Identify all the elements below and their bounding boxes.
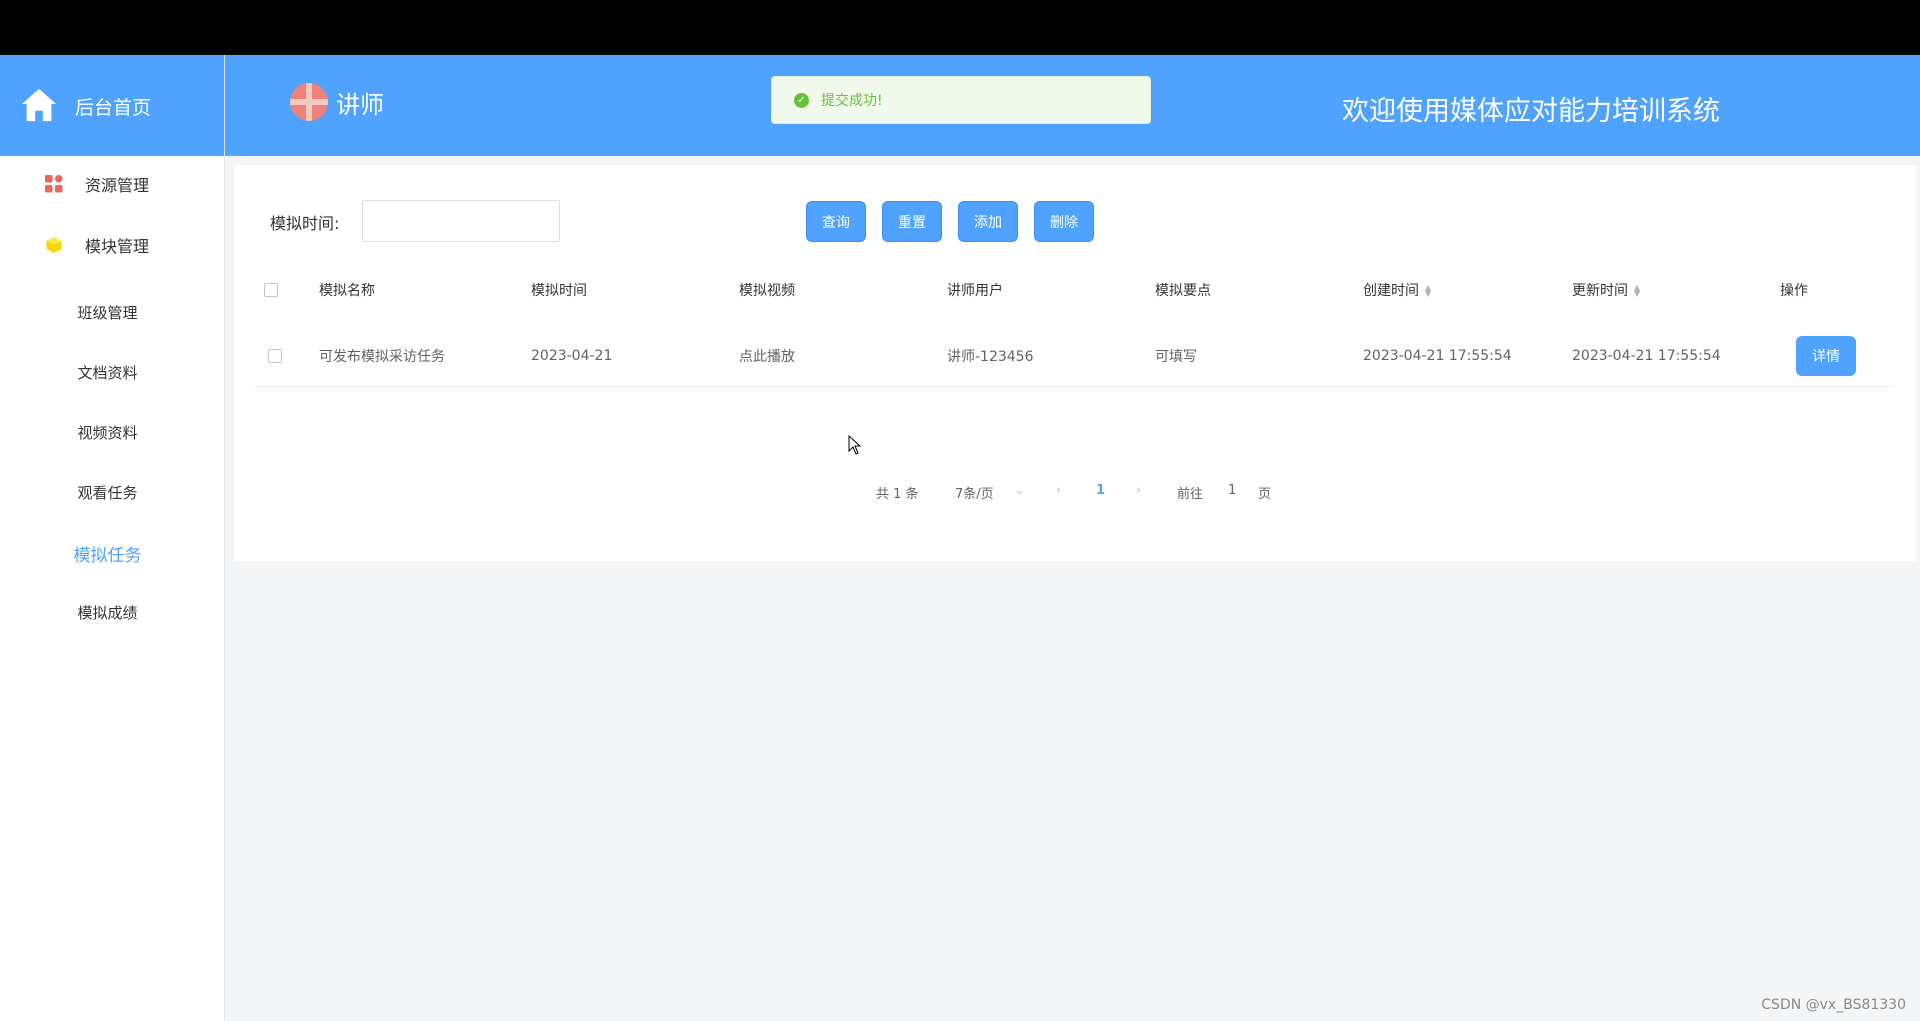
- cube-icon: [46, 237, 62, 253]
- task-table: 模拟名称 模拟时间 模拟视频 讲师用户 模拟要点 创建时间 ▲ ▼ 更新时间 ▲ ▼ 操…: [254, 255, 1894, 387]
- select-all-checkbox[interactable]: [264, 283, 278, 297]
- watermark: CSDN @vx_BS81330: [1761, 997, 1906, 1013]
- table-row: 可发布模拟采访任务 2023-04-21 点此播放 讲师-123456 可填写 …: [254, 325, 1894, 387]
- page-size-select[interactable]: 7条/页: [955, 483, 994, 502]
- check-circle-icon: ✓: [794, 92, 809, 108]
- sidebar-item-videos[interactable]: 视频资料: [0, 422, 215, 443]
- column-header: 模拟名称: [319, 283, 375, 299]
- sidebar-group-resources[interactable]: 资源管理: [0, 164, 225, 204]
- column-header: 模拟视频: [739, 283, 795, 299]
- sort-caret-icon[interactable]: ▲ ▼: [1634, 284, 1640, 298]
- query-button[interactable]: 查询: [806, 201, 866, 242]
- prev-page-icon[interactable]: ‹: [1056, 483, 1061, 498]
- goto-label: 前往: [1177, 487, 1204, 502]
- user-name: 讲师: [336, 90, 384, 119]
- column-header-label: 创建时间: [1363, 283, 1419, 299]
- cell-updated: 2023-04-21 17:55:54: [1572, 347, 1721, 364]
- home-icon: [21, 88, 57, 122]
- column-header: 模拟时间: [531, 283, 587, 299]
- sort-caret-icon[interactable]: ▲ ▼: [1425, 284, 1431, 298]
- page-number-current[interactable]: 1: [1096, 483, 1105, 498]
- mock-time-input[interactable]: [362, 200, 560, 242]
- sidebar-item-watch-tasks[interactable]: 观看任务: [0, 482, 215, 503]
- table-header: 模拟名称 模拟时间 模拟视频 讲师用户 模拟要点 创建时间 ▲ ▼ 更新时间 ▲ ▼ 操…: [254, 255, 1894, 325]
- play-video-link[interactable]: 点此播放: [739, 346, 795, 366]
- cell-name: 可发布模拟采访任务: [319, 348, 445, 365]
- reset-button[interactable]: 重置: [882, 201, 942, 242]
- sidebar-item-mock-tasks[interactable]: 模拟任务: [0, 541, 215, 566]
- sidebar-item-class[interactable]: 班级管理: [0, 302, 215, 323]
- column-header: 操作: [1780, 283, 1808, 299]
- chevron-down-icon[interactable]: ⌄: [1014, 483, 1025, 498]
- row-checkbox[interactable]: [268, 348, 282, 363]
- sidebar-group-modules[interactable]: 模块管理: [0, 225, 225, 265]
- sidebar-group-label: 模块管理: [85, 237, 150, 256]
- main-panel: 模拟时间: 查询 重置 添加 删除 模拟名称 模拟时间 模拟视频 讲师用户 模拟…: [234, 165, 1916, 561]
- cell-user: 讲师-123456: [947, 348, 1034, 365]
- filter-label: 模拟时间:: [270, 214, 340, 233]
- sidebar: 资源管理 模块管理 班级管理 文档资料 视频资料 观看任务 模拟任务 模拟成绩: [0, 156, 225, 1021]
- grid-icon: [45, 175, 63, 193]
- app-root: 后台首页 讲师 ✓ 提交成功! 欢迎使用媒体应对能力培训系统 资源管理 模块管理…: [0, 55, 1920, 1021]
- pagination-total: 共 1 条: [876, 487, 919, 502]
- user-menu[interactable]: 讲师: [290, 83, 384, 121]
- mouse-cursor-icon: [848, 435, 862, 455]
- sidebar-group-label: 资源管理: [85, 176, 150, 195]
- column-header-sortable[interactable]: 创建时间 ▲ ▼: [1363, 280, 1431, 300]
- column-header: 模拟要点: [1155, 283, 1211, 299]
- sidebar-item-mock-scores[interactable]: 模拟成绩: [0, 602, 215, 623]
- pagination: 共 1 条 7条/页 ⌄ ‹ 1 › 前往 1 页: [234, 483, 1916, 507]
- column-header-label: 更新时间: [1572, 283, 1628, 299]
- avatar: [290, 83, 328, 121]
- cell-created: 2023-04-21 17:55:54: [1363, 347, 1512, 364]
- goto-page-input[interactable]: 1: [1228, 483, 1236, 498]
- add-button[interactable]: 添加: [958, 201, 1018, 242]
- sidebar-item-documents[interactable]: 文档资料: [0, 362, 215, 383]
- detail-button[interactable]: 详情: [1796, 335, 1856, 376]
- cell-time: 2023-04-21: [531, 347, 613, 364]
- success-toast: ✓ 提交成功!: [771, 76, 1151, 124]
- toast-message: 提交成功!: [821, 93, 883, 109]
- home-link[interactable]: 后台首页: [0, 55, 225, 156]
- top-bar: 后台首页 讲师 ✓ 提交成功! 欢迎使用媒体应对能力培训系统: [0, 55, 1920, 156]
- page-suffix: 页: [1258, 487, 1272, 502]
- delete-button[interactable]: 删除: [1034, 201, 1094, 242]
- column-header-sortable[interactable]: 更新时间 ▲ ▼: [1572, 280, 1640, 300]
- cell-points: 可填写: [1155, 348, 1197, 365]
- column-header: 讲师用户: [947, 283, 1003, 299]
- next-page-icon[interactable]: ›: [1136, 483, 1141, 498]
- welcome-title: 欢迎使用媒体应对能力培训系统: [1342, 96, 1720, 127]
- home-label: 后台首页: [75, 97, 152, 119]
